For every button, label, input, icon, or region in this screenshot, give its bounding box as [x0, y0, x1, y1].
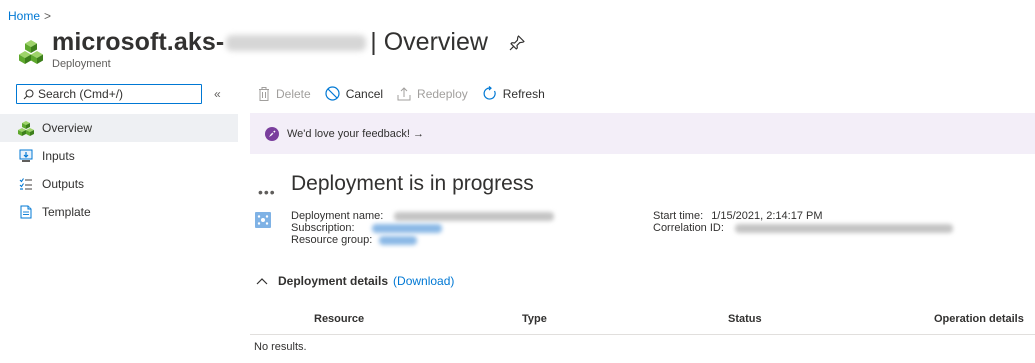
empty-grid-message: No results. [254, 341, 307, 353]
sidebar-item-template[interactable]: Template [0, 198, 238, 226]
column-header-resource[interactable]: Resource [314, 313, 364, 325]
trash-icon [258, 86, 270, 101]
redacted-title-suffix [226, 34, 367, 51]
breadcrumb-separator: > [44, 9, 52, 23]
subscription-link[interactable] [371, 223, 442, 233]
breadcrumb-home-link[interactable]: Home [8, 9, 40, 23]
resource-group-label: Resource group: [291, 234, 373, 246]
in-progress-dots-icon: ••• [258, 184, 276, 200]
outputs-icon [18, 176, 34, 192]
collapse-sidebar-button[interactable]: « [214, 87, 221, 101]
template-icon [18, 204, 34, 220]
sidebar-item-label: Overview [42, 121, 93, 135]
redeploy-label: Redeploy [417, 86, 468, 101]
breadcrumb: Home > [8, 9, 51, 23]
delete-label: Delete [276, 86, 311, 101]
page-title-section: | Overview [370, 28, 488, 56]
refresh-icon [482, 86, 497, 101]
sidebar-item-label: Inputs [42, 149, 75, 163]
resource-group-link[interactable] [379, 235, 418, 245]
search-input[interactable]: Search (Cmd+/) [16, 84, 202, 104]
deployment-cubes-icon [19, 40, 43, 64]
page-title: microsoft.aks- | Overview [52, 28, 526, 57]
resources-grid-header: Resource Type Status Operation details [250, 305, 1035, 335]
start-time-label: Start time: [653, 210, 704, 222]
start-time-value: 1/15/2021, 2:14:17 PM [711, 210, 823, 222]
upload-icon [397, 86, 411, 101]
subscription-label: Subscription: [291, 222, 355, 234]
resource-group-row: Resource group: [291, 234, 418, 246]
rocket-icon [265, 126, 279, 141]
overview-cubes-icon [18, 120, 34, 136]
pin-icon[interactable] [508, 34, 526, 52]
download-link[interactable]: (Download) [393, 274, 454, 288]
column-header-operation-details[interactable]: Operation details [934, 313, 1024, 325]
feedback-banner[interactable]: We'd love your feedback! → [250, 113, 1035, 154]
deployment-details-title: Deployment details [278, 274, 389, 288]
deployment-icon [255, 212, 271, 228]
correlation-id-label: Correlation ID: [653, 222, 724, 234]
page-title-name: microsoft.aks- [52, 28, 225, 56]
feedback-text: We'd love your feedback! → [287, 127, 425, 140]
sidebar-item-overview[interactable]: Overview [0, 114, 238, 142]
sidebar-item-label: Outputs [42, 177, 85, 191]
subscription-row: Subscription: [291, 222, 442, 234]
sidebar-item-label: Template [42, 205, 91, 219]
redacted-deployment-name [394, 211, 555, 221]
search-placeholder: Search (Cmd+/) [38, 87, 124, 101]
deployment-details-header: Deployment details (Download) [256, 274, 454, 288]
cancel-label: Cancel [345, 86, 384, 101]
search-icon [23, 89, 34, 99]
page-subtitle: Deployment [52, 58, 111, 70]
sidebar-item-inputs[interactable]: Inputs [0, 142, 238, 170]
redacted-correlation-id [734, 223, 953, 233]
deployment-name-label: Deployment name: [291, 210, 384, 222]
deployment-name-row: Deployment name: [291, 210, 555, 222]
redeploy-button[interactable]: Redeploy [397, 87, 468, 101]
sidebar-item-outputs[interactable]: Outputs [0, 170, 238, 198]
cancel-icon [325, 86, 340, 101]
cancel-button[interactable]: Cancel [325, 86, 383, 101]
correlation-id-row: Correlation ID: [653, 222, 953, 234]
inputs-icon [18, 148, 34, 164]
deployment-status-title: Deployment is in progress [291, 172, 534, 195]
refresh-label: Refresh [502, 86, 545, 101]
column-header-type[interactable]: Type [522, 313, 547, 325]
command-bar: Delete Cancel Redeploy Refresh [258, 86, 559, 101]
start-time-row: Start time: 1/15/2021, 2:14:17 PM [653, 210, 823, 222]
refresh-button[interactable]: Refresh [482, 86, 545, 101]
chevron-up-icon[interactable] [256, 277, 268, 285]
delete-button[interactable]: Delete [258, 86, 311, 101]
column-header-status[interactable]: Status [728, 313, 762, 325]
sidebar-nav: Overview Inputs Outputs Template [0, 114, 238, 226]
